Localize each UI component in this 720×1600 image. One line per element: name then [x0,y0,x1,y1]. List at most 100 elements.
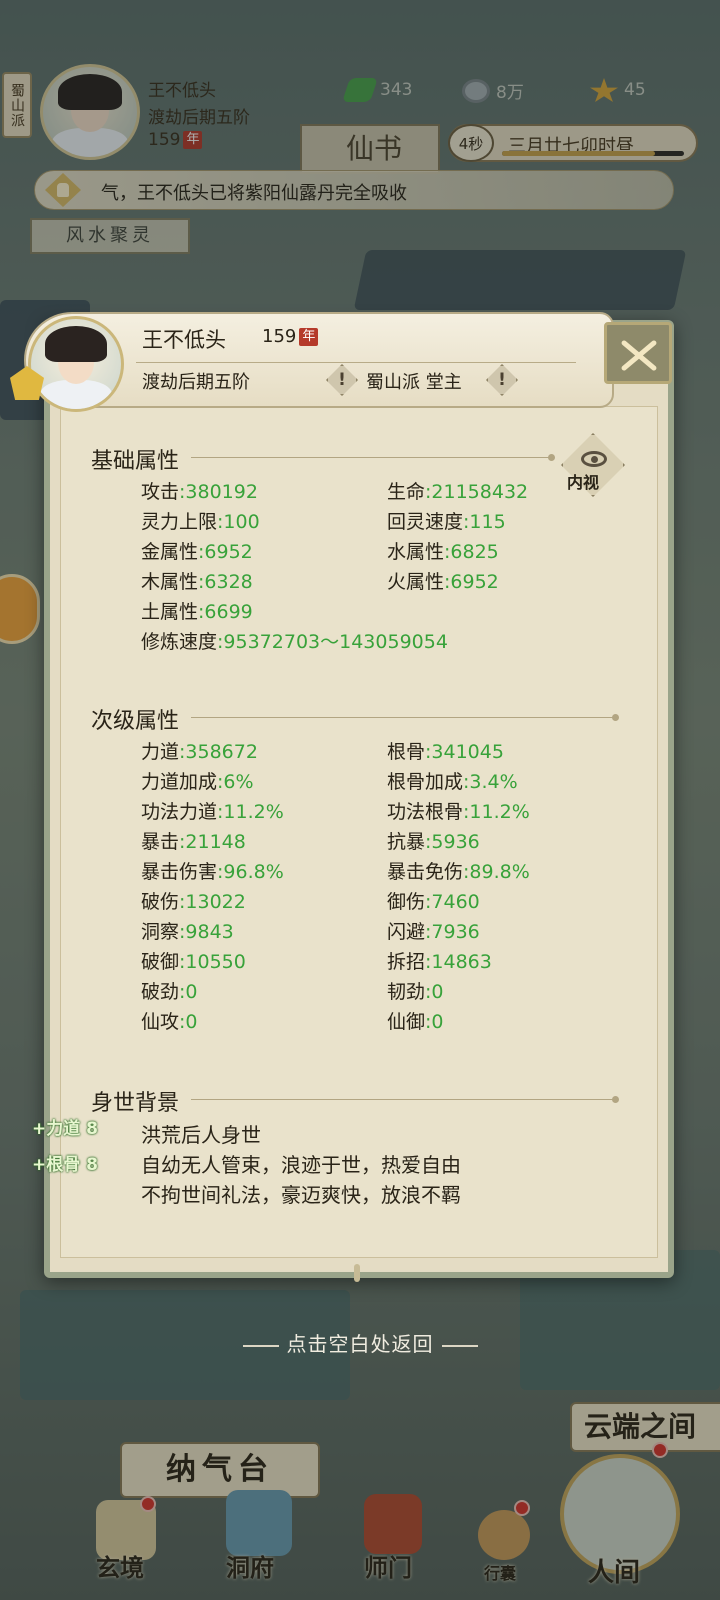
attr-label: 御伤 [387,891,426,913]
attr-item: 功法根骨:11.2% [387,797,530,824]
attr-label: 土属性 [141,601,199,623]
character-age: 159 年 [262,326,319,347]
eye-glyph [581,451,607,467]
attr-value: 7936 [431,921,480,943]
section-title-background: 身世背景 [91,1091,180,1116]
attr-label: 力道加成 [141,771,218,793]
attr-item: 攻击:380192 [141,477,258,504]
return-hint[interactable]: 点击空白处返回 [0,1328,720,1357]
character-portrait [28,316,124,412]
section-title-basic: 基础属性 [91,449,180,474]
attr-label: 破劲 [141,981,180,1003]
attr-item: 力道:358672 [141,737,258,764]
attr-value: 6825 [450,541,499,563]
attr-value: 0 [431,981,444,1003]
attr-value: 13022 [185,891,246,913]
attr-label: 生命 [387,481,426,503]
attr-item: 暴击伤害:96.8% [141,857,284,884]
character-age-value: 159 [262,326,297,347]
attr-value: 95372703～143059054 [223,631,448,653]
attr-item: 暴击:21148 [141,827,246,854]
attr-value: 21148 [185,831,246,853]
attr-item: 回灵速度:115 [387,507,506,534]
attr-item: 破御:10550 [141,947,246,974]
attr-item: 破劲:0 [141,977,198,1004]
attr-item: 拆招:14863 [387,947,492,974]
attr-label: 拆招 [387,951,426,973]
attr-label: 力道 [141,741,180,763]
attr-item: 御伤:7460 [387,887,480,914]
attr-value: 6% [223,771,254,793]
hint-dash-right [441,1344,478,1347]
attr-value: 21158432 [431,481,529,503]
inner-view-label[interactable]: 内视 [567,469,599,493]
background-line: 不拘世间礼法，豪迈爽快，放浪不羁 [141,1183,461,1207]
attr-label: 暴击伤害 [141,861,218,883]
attr-value: 14863 [431,951,492,973]
attr-value: 0 [431,1011,444,1033]
background-line: 洪荒后人身世 [141,1123,261,1147]
attr-label: 仙攻 [141,1011,180,1033]
attr-value: 6328 [204,571,253,593]
attr-value: 7460 [431,891,480,913]
attr-label: 韧劲 [387,981,426,1003]
attr-label: 金属性 [141,541,199,563]
attr-item: 木属性:6328 [141,567,253,594]
portrait-robe [40,380,112,409]
section-divider [191,1096,619,1103]
attr-item: 火属性:6952 [387,567,499,594]
attr-item: 根骨加成:3.4% [387,767,518,794]
close-icon[interactable] [604,322,672,384]
attr-item: 金属性:6952 [141,537,253,564]
attr-label: 抗暴 [387,831,426,853]
attr-label: 水属性 [387,541,445,563]
attr-value: 11.2% [223,801,284,823]
attr-label: 洞察 [141,921,180,943]
return-hint-text: 点击空白处返回 [286,1332,434,1356]
background-line: 自幼无人管束，浪迹于世，热爱自由 [141,1153,461,1177]
attr-value: 100 [223,511,260,533]
attr-item: 修炼速度:95372703～143059054 [141,627,448,654]
attr-label: 暴击 [141,831,180,853]
attr-label: 功法力道 [141,801,218,823]
attr-item: 暴击免伤:89.8% [387,857,530,884]
character-sect-role: 蜀山派 堂主 [366,372,462,393]
age-unit-badge: 年 [299,328,319,346]
character-realm: 渡劫后期五阶 [142,372,250,393]
attr-label: 破伤 [141,891,180,913]
character-attributes-modal: 基础属性 内视 攻击:380192 生命:21158432 灵力上限:100 回灵速度… [10,312,674,1282]
attr-value: 11.2% [469,801,530,823]
attr-label: 破御 [141,951,180,973]
attr-item: 洞察:9843 [141,917,234,944]
modal-bottom-handle [354,1264,360,1282]
attr-value: 6952 [204,541,253,563]
attr-item: 闪避:7936 [387,917,480,944]
attr-value: 0 [185,1011,198,1033]
attr-item: 力道加成:6% [141,767,254,794]
attr-label: 火属性 [387,571,445,593]
attr-value: 96.8% [223,861,284,883]
attr-item: 韧劲:0 [387,977,444,1004]
attr-label: 木属性 [141,571,199,593]
attr-label: 根骨加成 [387,771,464,793]
attr-item: 仙御:0 [387,1007,444,1034]
modal-header: 王不低头 159年 渡劫后期五阶 蜀山派 堂主 [10,312,614,412]
realm-info-icon[interactable] [326,364,358,396]
float-tag-strength: +力道 8 [32,1119,98,1139]
attr-value: 341045 [431,741,504,763]
attr-value: 5936 [431,831,480,853]
attr-value: 10550 [185,951,246,973]
attr-label: 攻击 [141,481,180,503]
hint-dash-left [242,1344,279,1347]
sect-info-icon[interactable] [486,364,518,396]
attr-label: 回灵速度 [387,511,464,533]
attr-label: 仙御 [387,1011,426,1033]
attributes-scroll-area[interactable]: 基础属性 内视 攻击:380192 生命:21158432 灵力上限:100 回灵速度… [60,406,658,1258]
attr-value: 0 [185,981,198,1003]
attr-item: 仙攻:0 [141,1007,198,1034]
attr-value: 380192 [185,481,258,503]
attr-value: 6699 [204,601,253,623]
attr-label: 修炼速度 [141,631,218,653]
attr-value: 89.8% [469,861,530,883]
attr-value: 358672 [185,741,258,763]
